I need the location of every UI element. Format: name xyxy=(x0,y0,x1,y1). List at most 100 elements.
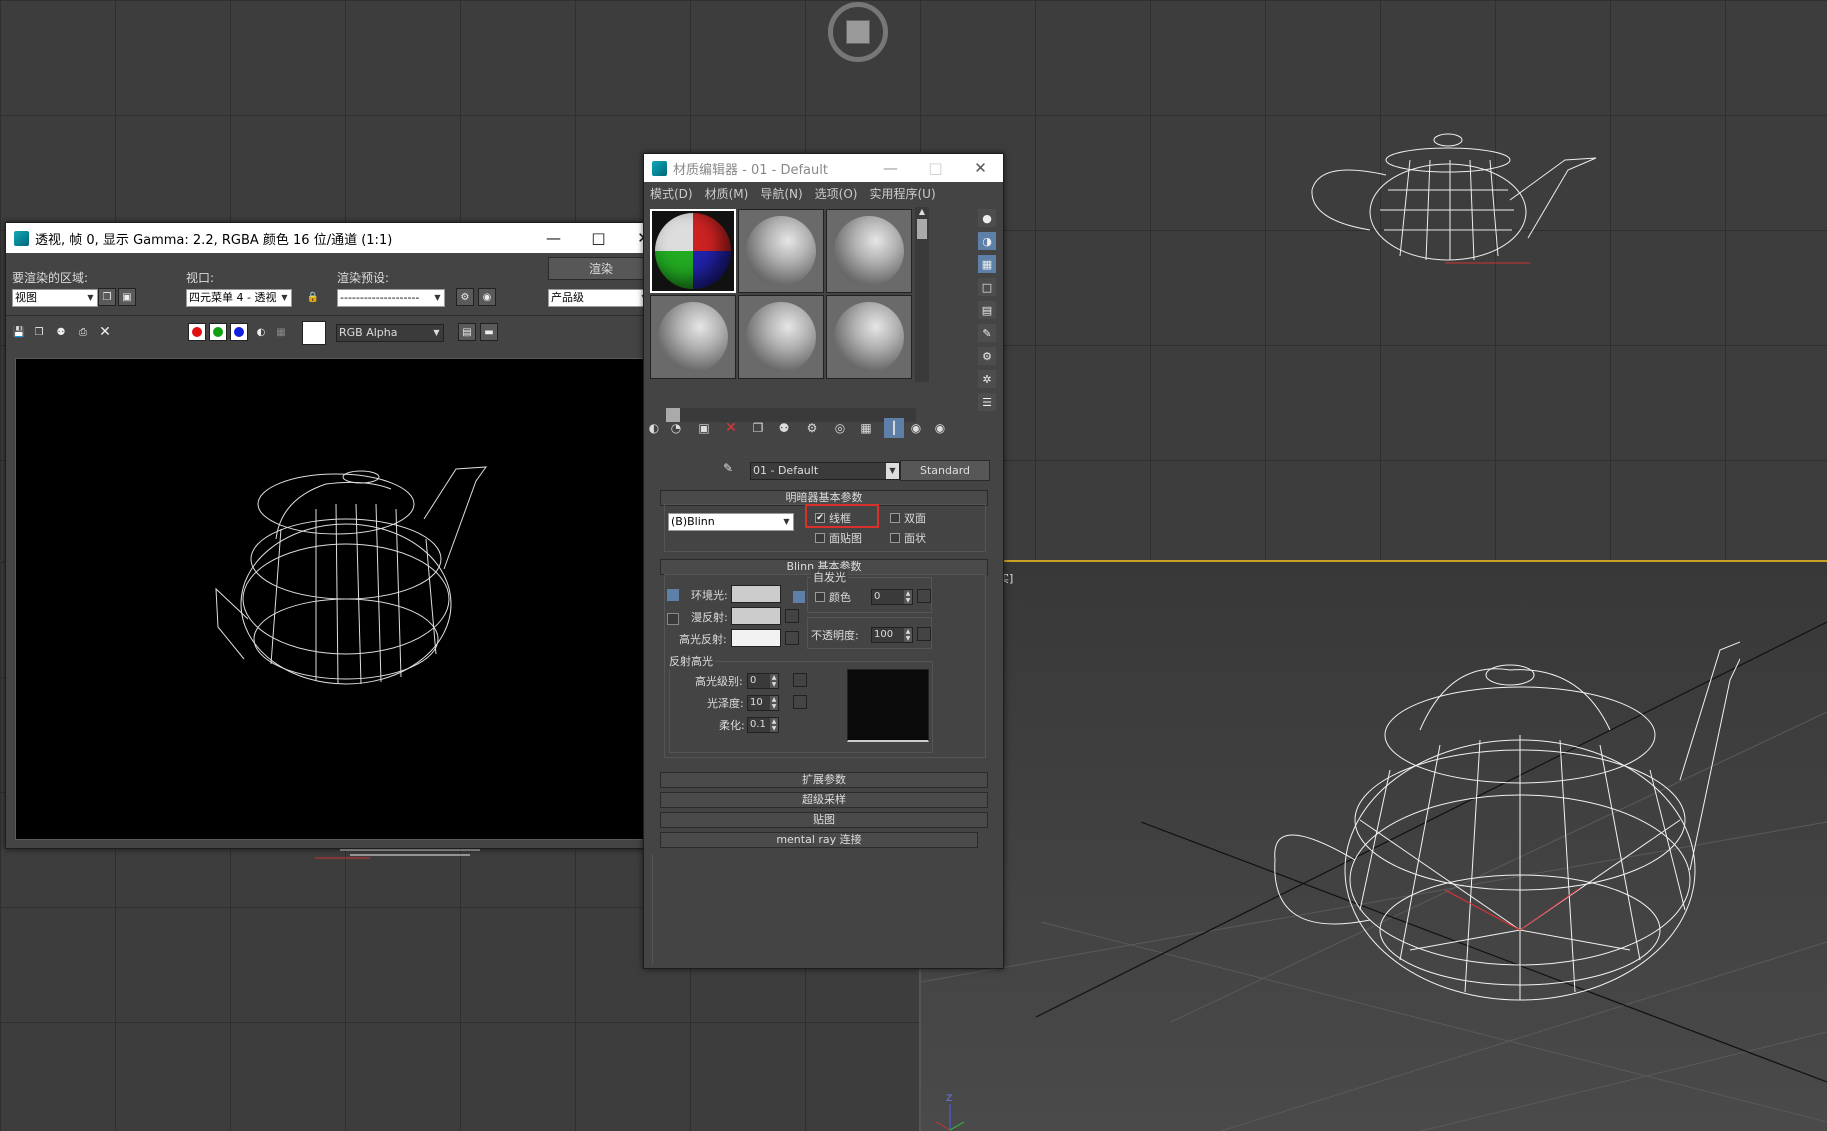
menu-mode[interactable]: 模式(D) xyxy=(650,185,693,202)
spinner-arrows-icon[interactable]: ▲ ▼ xyxy=(770,674,778,688)
extended-params-rollout[interactable]: 扩展参数 xyxy=(660,772,988,788)
uv-tiling-icon[interactable]: □ xyxy=(978,278,996,296)
go-forward-icon[interactable]: ◉ xyxy=(930,418,950,438)
assign-material-icon[interactable]: ▣ xyxy=(694,418,714,438)
make-preview-icon[interactable]: ✎ xyxy=(978,324,996,342)
scroll-up-icon[interactable]: ▲ xyxy=(915,207,929,219)
diffuse-map-button[interactable] xyxy=(785,609,799,623)
slot-vscrollbar[interactable]: ▲ xyxy=(915,207,929,382)
quality-dropdown[interactable]: 产品级▼ xyxy=(548,289,652,307)
make-unique-icon[interactable]: ⚉ xyxy=(774,418,794,438)
sample-slot-3[interactable] xyxy=(826,209,912,293)
color-swatch[interactable] xyxy=(302,321,326,345)
face-map-option[interactable]: 面贴图 xyxy=(815,530,862,546)
channel-dropdown[interactable]: RGB Alpha ▼ xyxy=(336,324,444,342)
show-map-icon[interactable]: ▦ xyxy=(856,418,876,438)
minimize-icon[interactable]: — xyxy=(531,223,576,253)
specular-swatch[interactable] xyxy=(731,629,781,647)
soften-spinner[interactable]: 0.1 ▲ ▼ xyxy=(747,717,779,733)
menu-utilities[interactable]: 实用程序(U) xyxy=(869,185,935,202)
display-toggle-icon[interactable]: ▤ xyxy=(458,323,476,341)
material-id-icon[interactable]: ◎ xyxy=(830,418,850,438)
render-button[interactable]: 渲染 xyxy=(548,257,654,280)
background-icon[interactable]: ▦ xyxy=(978,255,996,273)
render-setup-icon[interactable]: ⚙ xyxy=(456,288,474,306)
material-name-field[interactable]: 01 - Default ▼ xyxy=(750,462,900,480)
viewcube-face[interactable] xyxy=(846,20,870,44)
self-illum-map-button[interactable] xyxy=(917,589,931,603)
auto-region-button[interactable]: ▣ xyxy=(118,288,136,306)
sample-type-icon[interactable]: ● xyxy=(978,209,996,227)
alpha-channel-icon[interactable]: ◐ xyxy=(252,323,270,341)
preset-dropdown[interactable]: -------------------- ▼ xyxy=(337,289,445,307)
self-illum-color-checkbox[interactable] xyxy=(815,592,825,602)
glossiness-spinner[interactable]: 10 ▲ ▼ xyxy=(747,695,779,711)
face-map-checkbox[interactable] xyxy=(815,533,825,543)
spec-level-map-button[interactable] xyxy=(793,673,807,687)
sample-slot-2[interactable] xyxy=(738,209,824,293)
show-end-result-icon[interactable]: ┃ xyxy=(884,418,904,438)
maximize-icon[interactable]: □ xyxy=(913,153,958,183)
maps-rollout[interactable]: 贴图 xyxy=(660,812,988,828)
two-sided-checkbox[interactable] xyxy=(890,513,900,523)
environment-icon[interactable]: ◉ xyxy=(478,288,496,306)
area-dropdown[interactable]: 视图 ▼ xyxy=(12,289,98,307)
supersampling-rollout[interactable]: 超级采样 xyxy=(660,792,988,808)
material-navigator-icon[interactable]: ☰ xyxy=(978,393,996,411)
copy-image-icon[interactable]: ❐ xyxy=(30,323,48,341)
render-canvas[interactable] xyxy=(15,358,657,840)
spinner-arrows-icon[interactable]: ▲ ▼ xyxy=(904,590,912,604)
go-to-parent-icon[interactable]: ◉ xyxy=(906,418,926,438)
print-icon[interactable]: ⎙ xyxy=(74,323,92,341)
render-frame-window[interactable]: 透视, 帧 0, 显示 Gamma: 2.2, RGBA 颜色 16 位/通道 … xyxy=(5,222,667,849)
make-copy-icon[interactable]: ❐ xyxy=(748,418,768,438)
sample-slot-5[interactable] xyxy=(738,295,824,379)
lock-ambient-diffuse-icon[interactable] xyxy=(667,589,679,601)
clear-icon[interactable]: ✕ xyxy=(96,323,114,341)
get-material-icon[interactable]: ◐ xyxy=(644,418,664,438)
material-type-button[interactable]: Standard xyxy=(900,460,990,481)
close-icon[interactable]: ✕ xyxy=(958,153,1003,183)
blue-channel-toggle[interactable] xyxy=(230,323,248,341)
faceted-checkbox[interactable] xyxy=(890,533,900,543)
self-illum-spinner[interactable]: 0 ▲ ▼ xyxy=(871,589,913,605)
select-by-material-icon[interactable]: ✲ xyxy=(978,370,996,388)
mental-ray-rollout[interactable]: mental ray 连接 xyxy=(660,832,978,848)
viewport-dropdown[interactable]: 四元菜单 4 - 透视 ▼ xyxy=(186,289,292,307)
lock-maps-icon[interactable] xyxy=(793,591,805,603)
faceted-option[interactable]: 面状 xyxy=(890,530,926,546)
menu-navigation[interactable]: 导航(N) xyxy=(760,185,802,202)
put-to-scene-icon[interactable]: ◔ xyxy=(666,418,686,438)
eyedropper-icon[interactable]: ✎ xyxy=(718,458,738,478)
scroll-thumb[interactable] xyxy=(917,219,927,239)
glossiness-map-button[interactable] xyxy=(793,695,807,709)
sample-slot-1[interactable] xyxy=(650,209,736,293)
self-illum-color-option[interactable]: 颜色 xyxy=(815,589,851,605)
backlight-icon[interactable]: ◑ xyxy=(978,232,996,250)
spec-level-spinner[interactable]: 0 ▲ ▼ xyxy=(747,673,779,689)
monochrome-icon[interactable]: ▦ xyxy=(272,323,290,341)
spinner-arrows-icon[interactable]: ▲ ▼ xyxy=(770,718,778,732)
options-icon[interactable]: ⚙ xyxy=(978,347,996,365)
spinner-arrows-icon[interactable]: ▲ ▼ xyxy=(904,628,912,642)
material-editor-window[interactable]: 材质编辑器 - 01 - Default — □ ✕ 模式(D) 材质(M) 导… xyxy=(643,153,1004,969)
clone-frame-icon[interactable]: ⚉ xyxy=(52,323,70,341)
save-image-icon[interactable]: 💾 xyxy=(10,323,28,341)
maximize-icon[interactable]: □ xyxy=(576,223,621,253)
menu-material[interactable]: 材质(M) xyxy=(705,185,749,202)
opacity-spinner[interactable]: 100 ▲ ▼ xyxy=(871,627,913,643)
spinner-arrows-icon[interactable]: ▲ ▼ xyxy=(770,696,778,710)
video-check-icon[interactable]: ▤ xyxy=(978,301,996,319)
two-sided-option[interactable]: 双面 xyxy=(890,510,926,526)
minimize-icon[interactable]: — xyxy=(868,153,913,183)
menu-options[interactable]: 选项(O) xyxy=(815,185,858,202)
ambient-swatch[interactable] xyxy=(731,585,781,603)
specular-map-button[interactable] xyxy=(785,631,799,645)
material-editor-titlebar[interactable]: 材质编辑器 - 01 - Default — □ ✕ xyxy=(644,154,1003,182)
shader-dropdown[interactable]: (B)Blinn ▼ xyxy=(668,513,794,531)
render-window-titlebar[interactable]: 透视, 帧 0, 显示 Gamma: 2.2, RGBA 颜色 16 位/通道 … xyxy=(6,223,666,253)
opacity-map-button[interactable] xyxy=(917,627,931,641)
lock-icon[interactable]: 🔒 xyxy=(304,288,322,306)
wire-option[interactable]: ✔ 线框 xyxy=(815,510,851,526)
sample-slot-4[interactable] xyxy=(650,295,736,379)
